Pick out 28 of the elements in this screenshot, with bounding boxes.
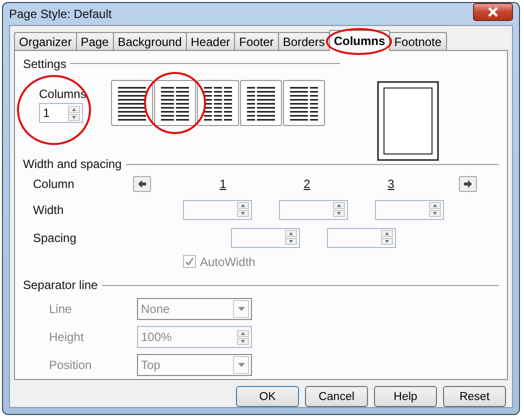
tab[interactable]: Columns — [328, 30, 390, 51]
field-label: Position — [49, 358, 93, 372]
field-label: Height — [49, 330, 85, 344]
dialog-button[interactable]: Reset — [443, 386, 506, 407]
tab[interactable]: Header — [186, 32, 236, 50]
tab[interactable]: Borders — [278, 32, 330, 50]
section-heading: Width and spacing — [23, 157, 122, 172]
column-number: 1 — [220, 176, 226, 191]
columns-spinner[interactable]: 1 — [39, 103, 83, 124]
section-heading: Separator line — [23, 278, 98, 292]
column-number: 3 — [388, 176, 394, 191]
dialog-button[interactable]: OK — [236, 386, 299, 407]
tab[interactable]: Footer — [234, 32, 279, 50]
section-heading: Settings — [23, 56, 66, 71]
column-number: 2 — [304, 176, 310, 191]
dialog-button[interactable]: Help — [374, 386, 437, 407]
field-label: Line — [49, 302, 73, 316]
window-title: Page Style: Default — [9, 7, 112, 21]
tab[interactable]: Footnote — [389, 32, 447, 50]
autowidth-label: AutoWidth — [200, 254, 256, 269]
column-label: Column — [33, 176, 76, 191]
dialog-button[interactable]: Cancel — [305, 386, 368, 407]
columns-label: Columns — [39, 87, 88, 102]
spacing-label: Spacing — [33, 230, 78, 245]
width-label: Width — [33, 202, 65, 217]
tab[interactable]: Organizer — [14, 32, 77, 50]
tab[interactable]: Background — [112, 32, 187, 50]
tab[interactable]: Page — [76, 32, 114, 50]
